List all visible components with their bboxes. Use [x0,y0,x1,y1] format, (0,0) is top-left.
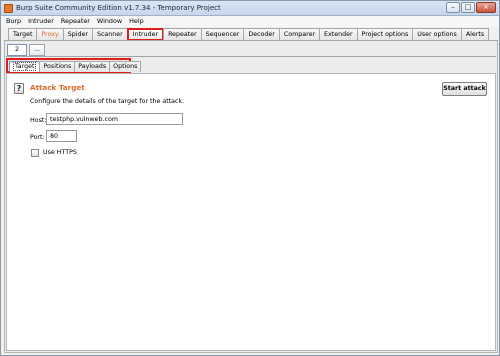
help-icon[interactable]: ? [14,83,24,94]
menu-help[interactable]: Help [129,16,144,27]
host-label: Host: [30,117,47,124]
menu-repeater[interactable]: Repeater [61,16,90,27]
window-controls: – □ × [446,2,496,14]
window-title: Burp Suite Community Edition v1.7.34 - T… [16,4,221,12]
intruder-sub-tabs: Target Positions Payloads Options [6,58,142,73]
port-input[interactable] [46,130,77,142]
attack-target-panel: ? Attack Target Configure the details of… [6,73,496,351]
attack-instance-tabs: 2 ... [7,44,45,56]
use-https-checkbox[interactable] [31,149,39,157]
title-bar: Burp Suite Community Edition v1.7.34 - T… [1,1,499,16]
port-label: Port: [30,134,45,141]
close-button[interactable]: × [476,2,496,13]
instance-tab-2[interactable]: 2 [7,44,27,56]
use-https-label: Use HTTPS [43,149,77,156]
host-input[interactable] [46,113,183,125]
instance-tab-divider [6,56,496,57]
section-title: Attack Target [30,83,85,92]
subtab-target[interactable]: Target [9,61,41,72]
subtab-payloads[interactable]: Payloads [74,61,111,72]
menu-intruder[interactable]: Intruder [28,16,54,27]
menu-burp[interactable]: Burp [6,16,21,27]
burp-window: Burp Suite Community Edition v1.7.34 - T… [0,0,500,356]
burp-logo-icon [4,4,13,13]
menu-bar: Burp Intruder Repeater Window Help [1,16,499,27]
minimize-button[interactable]: – [446,2,460,13]
maximize-button[interactable]: □ [461,2,475,13]
menu-window[interactable]: Window [97,16,122,27]
subtab-positions[interactable]: Positions [39,61,76,72]
subtab-target-label: Target [13,62,37,71]
start-attack-button[interactable]: Start attack [442,82,487,96]
new-instance-tab[interactable]: ... [29,44,45,56]
section-description: Configure the details of the target for … [30,98,185,105]
subtab-options[interactable]: Options [109,61,142,72]
